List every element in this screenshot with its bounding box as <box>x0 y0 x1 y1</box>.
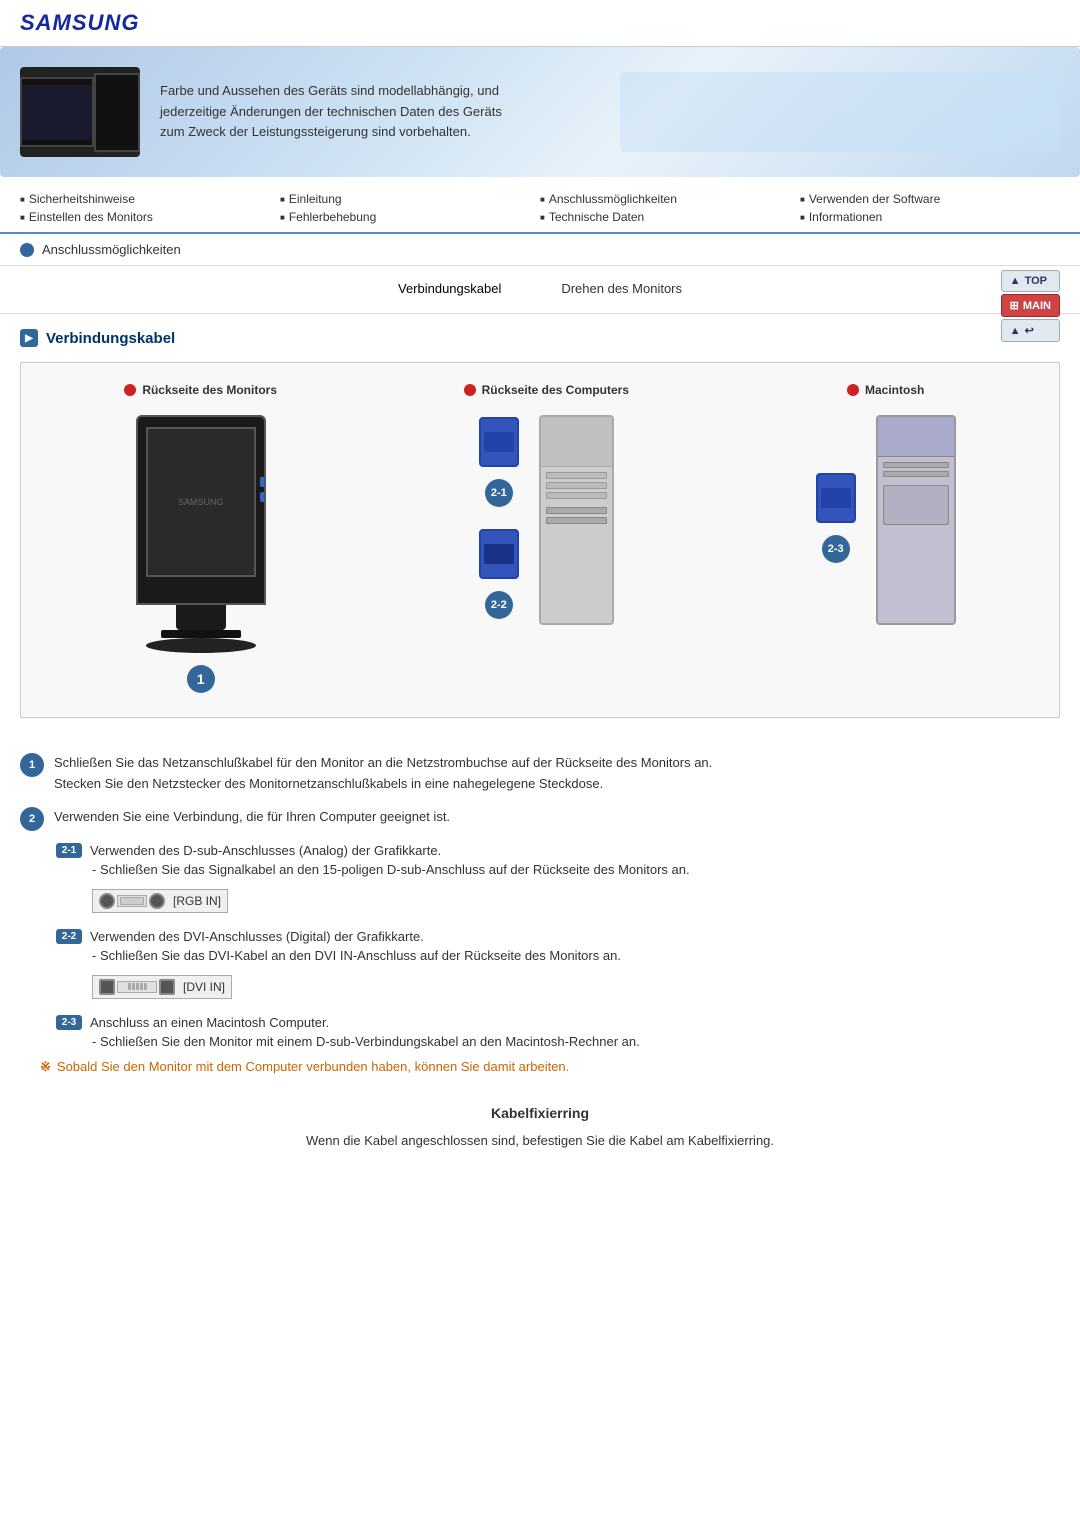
badge-2-2: 2-2 <box>485 591 513 619</box>
instruction-2-3: 2-3 Anschluss an einen Macintosh Compute… <box>56 1015 1060 1049</box>
red-dot-monitor <box>124 384 136 396</box>
instruction-2: 2 Verwenden Sie eine Verbindung, die für… <box>20 807 1060 831</box>
diagram-box: Rückseite des Monitors SAMSUNG <box>20 362 1060 718</box>
back-icon: ↩ <box>1025 324 1034 337</box>
step-badge-1: 1 <box>20 753 44 777</box>
kabel-title: Kabelfixierring <box>20 1105 1060 1121</box>
instructions: 1 Schließen Sie das Netzanschlußkabel fü… <box>0 753 1080 1075</box>
red-dot-computer <box>464 384 476 396</box>
main-button[interactable]: ⊞ MAIN <box>1001 294 1060 317</box>
step-badge-2-1: 2-1 <box>56 843 82 858</box>
diagram-computer-section: Rückseite des Computers 2-1 2-2 <box>464 383 629 625</box>
side-buttons-container: ▲ TOP ⊞ MAIN ▲ ↩ <box>1001 270 1060 342</box>
diagram-mac-title: Macintosh <box>847 383 924 397</box>
red-dot-mac <box>847 384 859 396</box>
back-button[interactable]: ▲ ↩ <box>1001 319 1060 342</box>
nav-item-einstellen[interactable]: Einstellen des Monitors <box>20 210 280 224</box>
banner: Farbe und Aussehen des Geräts sind model… <box>0 47 1080 177</box>
top-arrow-icon: ▲ <box>1010 275 1021 287</box>
kabel-section: Kabelfixierring Wenn die Kabel angeschlo… <box>0 1085 1080 1172</box>
banner-text: Farbe und Aussehen des Geräts sind model… <box>160 81 510 143</box>
diagram-monitor-section: Rückseite des Monitors SAMSUNG <box>124 383 277 697</box>
step-badge-2-2: 2-2 <box>56 929 82 944</box>
section-title: Verbindungskabel <box>20 329 1060 347</box>
tab-drehen[interactable]: Drehen des Monitors <box>561 281 682 298</box>
banner-monitor-image <box>20 67 140 157</box>
samsung-logo: SAMSUNG <box>20 10 1060 36</box>
diagram-mac-section: Macintosh 2-3 <box>816 383 956 625</box>
diagram-computer-title: Rückseite des Computers <box>464 383 629 397</box>
note: ※ Sobald Sie den Monitor mit dem Compute… <box>40 1059 1040 1075</box>
nav-item-anschluss[interactable]: Anschlussmöglichkeiten <box>540 192 800 206</box>
breadcrumb-label: Anschlussmöglichkeiten <box>42 242 181 257</box>
back-arrow-icon: ▲ <box>1010 325 1021 337</box>
badge-2-1: 2-1 <box>485 479 513 507</box>
nav-item-sicherheit[interactable]: Sicherheitshinweise <box>20 192 280 206</box>
main-icon: ⊞ <box>1010 299 1019 312</box>
tabs-container: Verbindungskabel Drehen des Monitors <box>0 266 1080 314</box>
tab-verbindungskabel[interactable]: Verbindungskabel <box>398 281 501 298</box>
nav-item-fehlerbehebung[interactable]: Fehlerbehebung <box>280 210 540 224</box>
instruction-2-2: 2-2 Verwenden des DVI-Anschlusses (Digit… <box>56 929 1060 1007</box>
step-badge-2: 2 <box>20 807 44 831</box>
rgb-in-connector: [RGB IN] <box>92 889 228 913</box>
breadcrumb-icon <box>20 243 34 257</box>
top-button[interactable]: ▲ TOP <box>1001 270 1060 292</box>
breadcrumb: Anschlussmöglichkeiten <box>0 234 1080 266</box>
badge-2-3: 2-3 <box>822 535 850 563</box>
dvi-in-connector: [DVI IN] <box>92 975 232 999</box>
step-badge-2-3: 2-3 <box>56 1015 82 1030</box>
kabel-text: Wenn die Kabel angeschlossen sind, befes… <box>20 1131 1060 1152</box>
note-mark: ※ <box>40 1059 51 1075</box>
nav-item-info[interactable]: Informationen <box>800 210 1060 224</box>
nav-item-technische[interactable]: Technische Daten <box>540 210 800 224</box>
diagram-monitor-title: Rückseite des Monitors <box>124 383 277 397</box>
instruction-1: 1 Schließen Sie das Netzanschlußkabel fü… <box>20 753 1060 795</box>
nav-item-einleitung[interactable]: Einleitung <box>280 192 540 206</box>
instruction-2-1: 2-1 Verwenden des D-sub-Anschlusses (Ana… <box>56 843 1060 921</box>
section-title-icon <box>20 329 38 347</box>
nav-item-software[interactable]: Verwenden der Software <box>800 192 1060 206</box>
badge-1: 1 <box>187 665 215 693</box>
